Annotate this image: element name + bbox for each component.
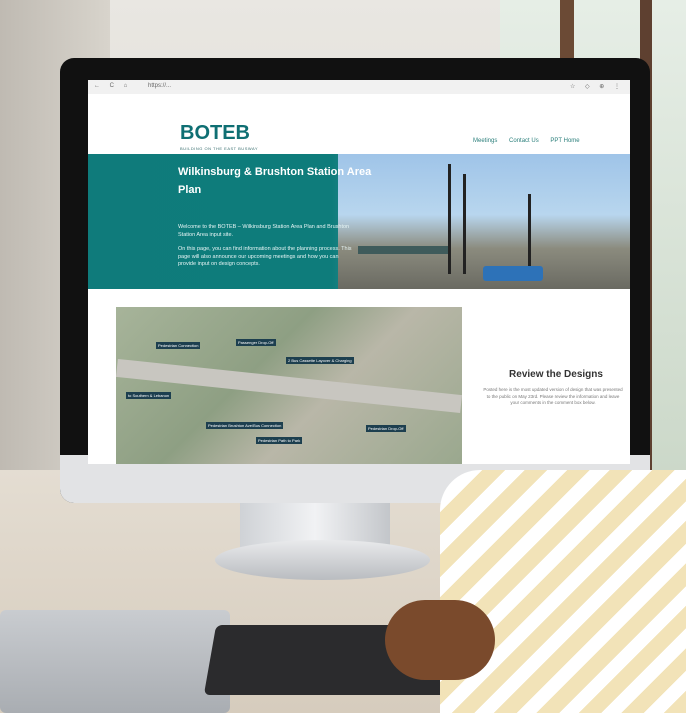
- map-label: Pedestrian Brushton Ave/Bus Connection: [206, 422, 284, 429]
- hero-paragraph: On this page, you can find information a…: [178, 246, 352, 268]
- map-label: Pedestrian Path to Park: [256, 437, 303, 444]
- browser-extension-icons[interactable]: ☆ ◇ ⊕ ⋮: [570, 83, 624, 90]
- site-plan-map[interactable]: Pedestrian Connection Passenger Drop-Off…: [116, 307, 462, 464]
- station-canopy: [358, 246, 448, 254]
- laptop: [0, 610, 230, 713]
- map-label: Pedestrian Drop-Off: [366, 425, 406, 432]
- main-content: Pedestrian Connection Passenger Drop-Off…: [88, 289, 630, 464]
- light-pole: [463, 174, 466, 274]
- address-bar[interactable]: https://...: [148, 83, 171, 89]
- striped-sleeve: [440, 470, 686, 713]
- nav-link-ppt-home[interactable]: PPT Home: [550, 138, 579, 144]
- map-label: Passenger Drop-Off: [236, 339, 276, 346]
- site-nav: Meetings Contact Us PPT Home: [473, 138, 590, 144]
- monitor-screen: ← C ⌂ https://... ☆ ◇ ⊕ ⋮ BOTEB BUILDING…: [88, 80, 630, 464]
- site-logo[interactable]: BOTEB: [180, 122, 250, 145]
- map-label: 2 Bus Cassette Layover & Charging: [286, 357, 354, 364]
- map-road: [116, 358, 462, 414]
- bus: [483, 266, 543, 281]
- browser-nav-icons[interactable]: ← C ⌂: [94, 83, 131, 89]
- review-title: Review the Designs: [509, 369, 603, 380]
- review-text: Posted here is the most updated version …: [483, 387, 623, 406]
- site-logo-tagline: BUILDING ON THE EAST BUSWAY: [180, 146, 259, 151]
- station-photo: [338, 154, 630, 289]
- light-pole: [528, 194, 531, 274]
- map-label: to Southern & Lebanon: [126, 392, 172, 399]
- nav-link-meetings[interactable]: Meetings: [473, 138, 497, 144]
- hero-title: Wilkinsburg & Brushton Station Area Plan: [178, 166, 372, 196]
- scene: ← C ⌂ https://... ☆ ◇ ⊕ ⋮ BOTEB BUILDING…: [0, 0, 686, 713]
- hand: [385, 600, 495, 680]
- hero-paragraph: Welcome to the BOTEB – Wilkinsburg Stati…: [178, 224, 350, 238]
- map-label: Pedestrian Connection: [156, 342, 201, 349]
- browser-toolbar: ← C ⌂ https://... ☆ ◇ ⊕ ⋮: [88, 80, 630, 95]
- light-pole: [448, 164, 451, 274]
- nav-link-contact[interactable]: Contact Us: [509, 138, 539, 144]
- monitor-stand-base: [215, 540, 430, 580]
- site-header: BOTEB BUILDING ON THE EAST BUSWAY Meetin…: [88, 94, 630, 154]
- hero-banner: Wilkinsburg & Brushton Station Area Plan…: [88, 154, 630, 289]
